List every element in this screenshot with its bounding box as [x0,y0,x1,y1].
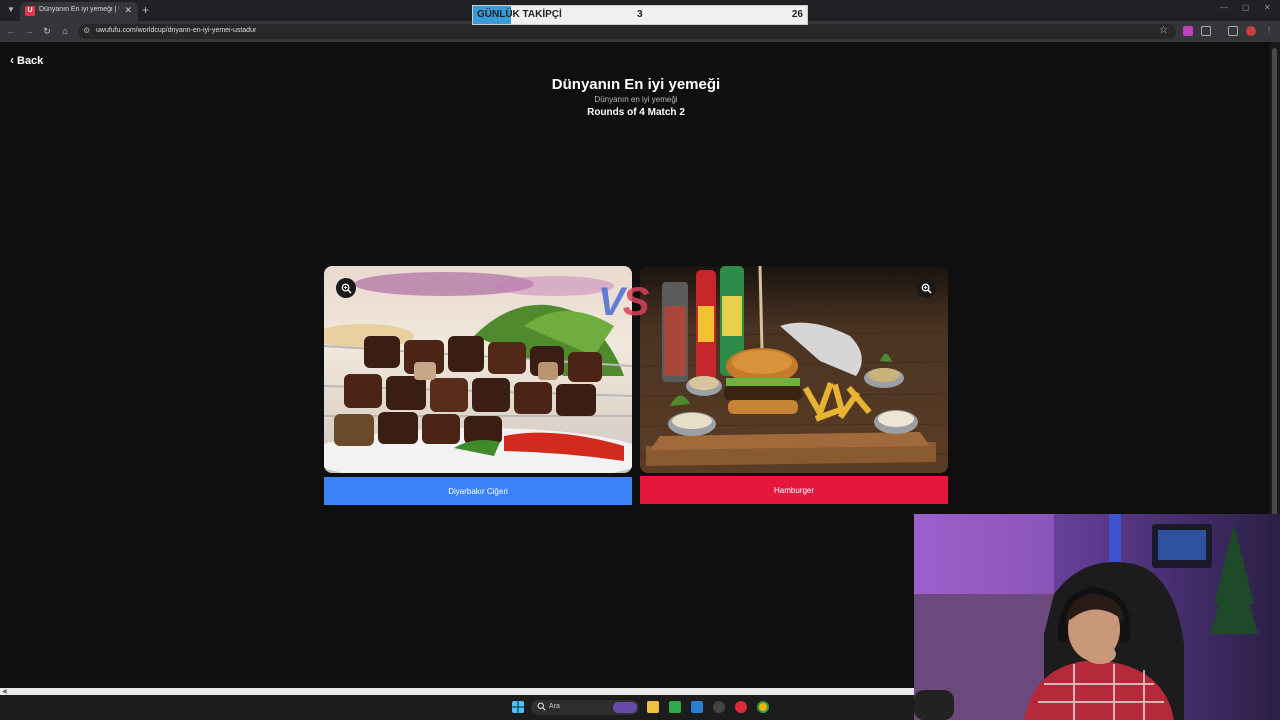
file-explorer-icon[interactable] [647,701,659,713]
back-button-label: Back [17,55,44,67]
minimize-icon[interactable]: — [1220,3,1228,12]
back-button[interactable]: ‹ Back [10,53,43,67]
obs-app-icon[interactable] [713,701,725,713]
hamburger-image [640,266,948,473]
webcam-overlay [914,514,1280,720]
address-url: uwufufu.com/worldcup/dnyann-en-iyi-yemei… [96,27,257,34]
search-icon [537,702,546,711]
window-close-icon[interactable]: ✕ [1264,3,1271,12]
address-bar[interactable]: ⚙ uwufufu.com/worldcup/dnyann-en-iyi-yem… [78,24,1176,39]
reload-icon[interactable]: ↻ [41,25,53,37]
browser-menu-icon[interactable]: ⋮ [1264,26,1274,36]
zoom-in-icon [341,283,352,294]
zoom-left-button[interactable] [336,278,356,298]
maximize-icon[interactable]: ▢ [1242,3,1250,12]
versus-v: V [598,280,625,324]
choose-right-button[interactable]: Hamburger [640,476,948,504]
streamer-webcam-image [914,514,1280,720]
chrome-browser-icon[interactable] [757,701,769,713]
tab-title: Dünyanın En iyi yemeği | UwU [39,6,119,13]
page-subtitle: Dünyanın en iyi yemeği [594,95,678,104]
taskbar-search[interactable]: Ara [531,700,639,715]
follower-goal-current: 3 [637,9,643,20]
follower-goal-label: GÜNLÜK TAKİPÇİ [477,9,562,20]
site-info-icon[interactable]: ⚙ [83,26,90,35]
zoom-in-icon [921,283,932,294]
windows-start-icon[interactable] [512,701,524,713]
tab-close-icon[interactable]: ✕ [124,5,132,16]
follower-goal-target: 26 [791,9,803,20]
store-app-icon[interactable] [691,701,703,713]
tab-list-chevron-icon[interactable]: ▼ [4,3,18,17]
left-choice-image[interactable] [324,266,632,473]
home-icon[interactable]: ⌂ [59,25,71,37]
back-arrow-icon[interactable]: ← [5,25,17,37]
site-favicon-icon: U [25,6,35,16]
scroll-left-arrow-icon[interactable]: ◀ [2,688,7,695]
spreadsheet-app-icon[interactable] [669,701,681,713]
follower-goal-overlay: GÜNLÜK TAKİPÇİ 3 26 [472,5,808,25]
extension-icon[interactable] [1183,26,1193,36]
chevron-left-icon: ‹ [10,53,14,67]
browser-tab-active[interactable]: U Dünyanın En iyi yemeği | UwU ✕ [20,2,138,21]
choose-left-button[interactable]: Diyarbakır Ciğeri [324,477,632,505]
zoom-right-button[interactable] [916,278,936,298]
kebab-skewers-image [324,266,632,473]
versus-s: S [622,280,650,324]
puzzle-extensions-icon[interactable] [1201,26,1211,36]
horizontal-scrollbar[interactable]: ◀ [0,688,914,695]
page-title: Dünyanın En iyi yemeği [551,76,721,93]
screen: ▼ U Dünyanın En iyi yemeği | UwU ✕ + — ▢… [0,0,1280,720]
media-app-icon[interactable] [735,701,747,713]
new-tab-icon[interactable]: + [142,3,149,17]
profile-avatar-icon[interactable] [1246,26,1256,36]
versus-label: VS [598,280,650,325]
right-choice-image[interactable] [640,266,948,473]
round-indicator: Rounds of 4 Match 2 [587,107,685,118]
forward-arrow-icon[interactable]: → [23,25,35,37]
taskbar-search-label: Ara [549,703,560,710]
bookmark-star-icon[interactable]: ☆ [1159,25,1168,36]
downloads-icon[interactable] [1228,26,1238,36]
search-highlight-icon [613,702,637,713]
